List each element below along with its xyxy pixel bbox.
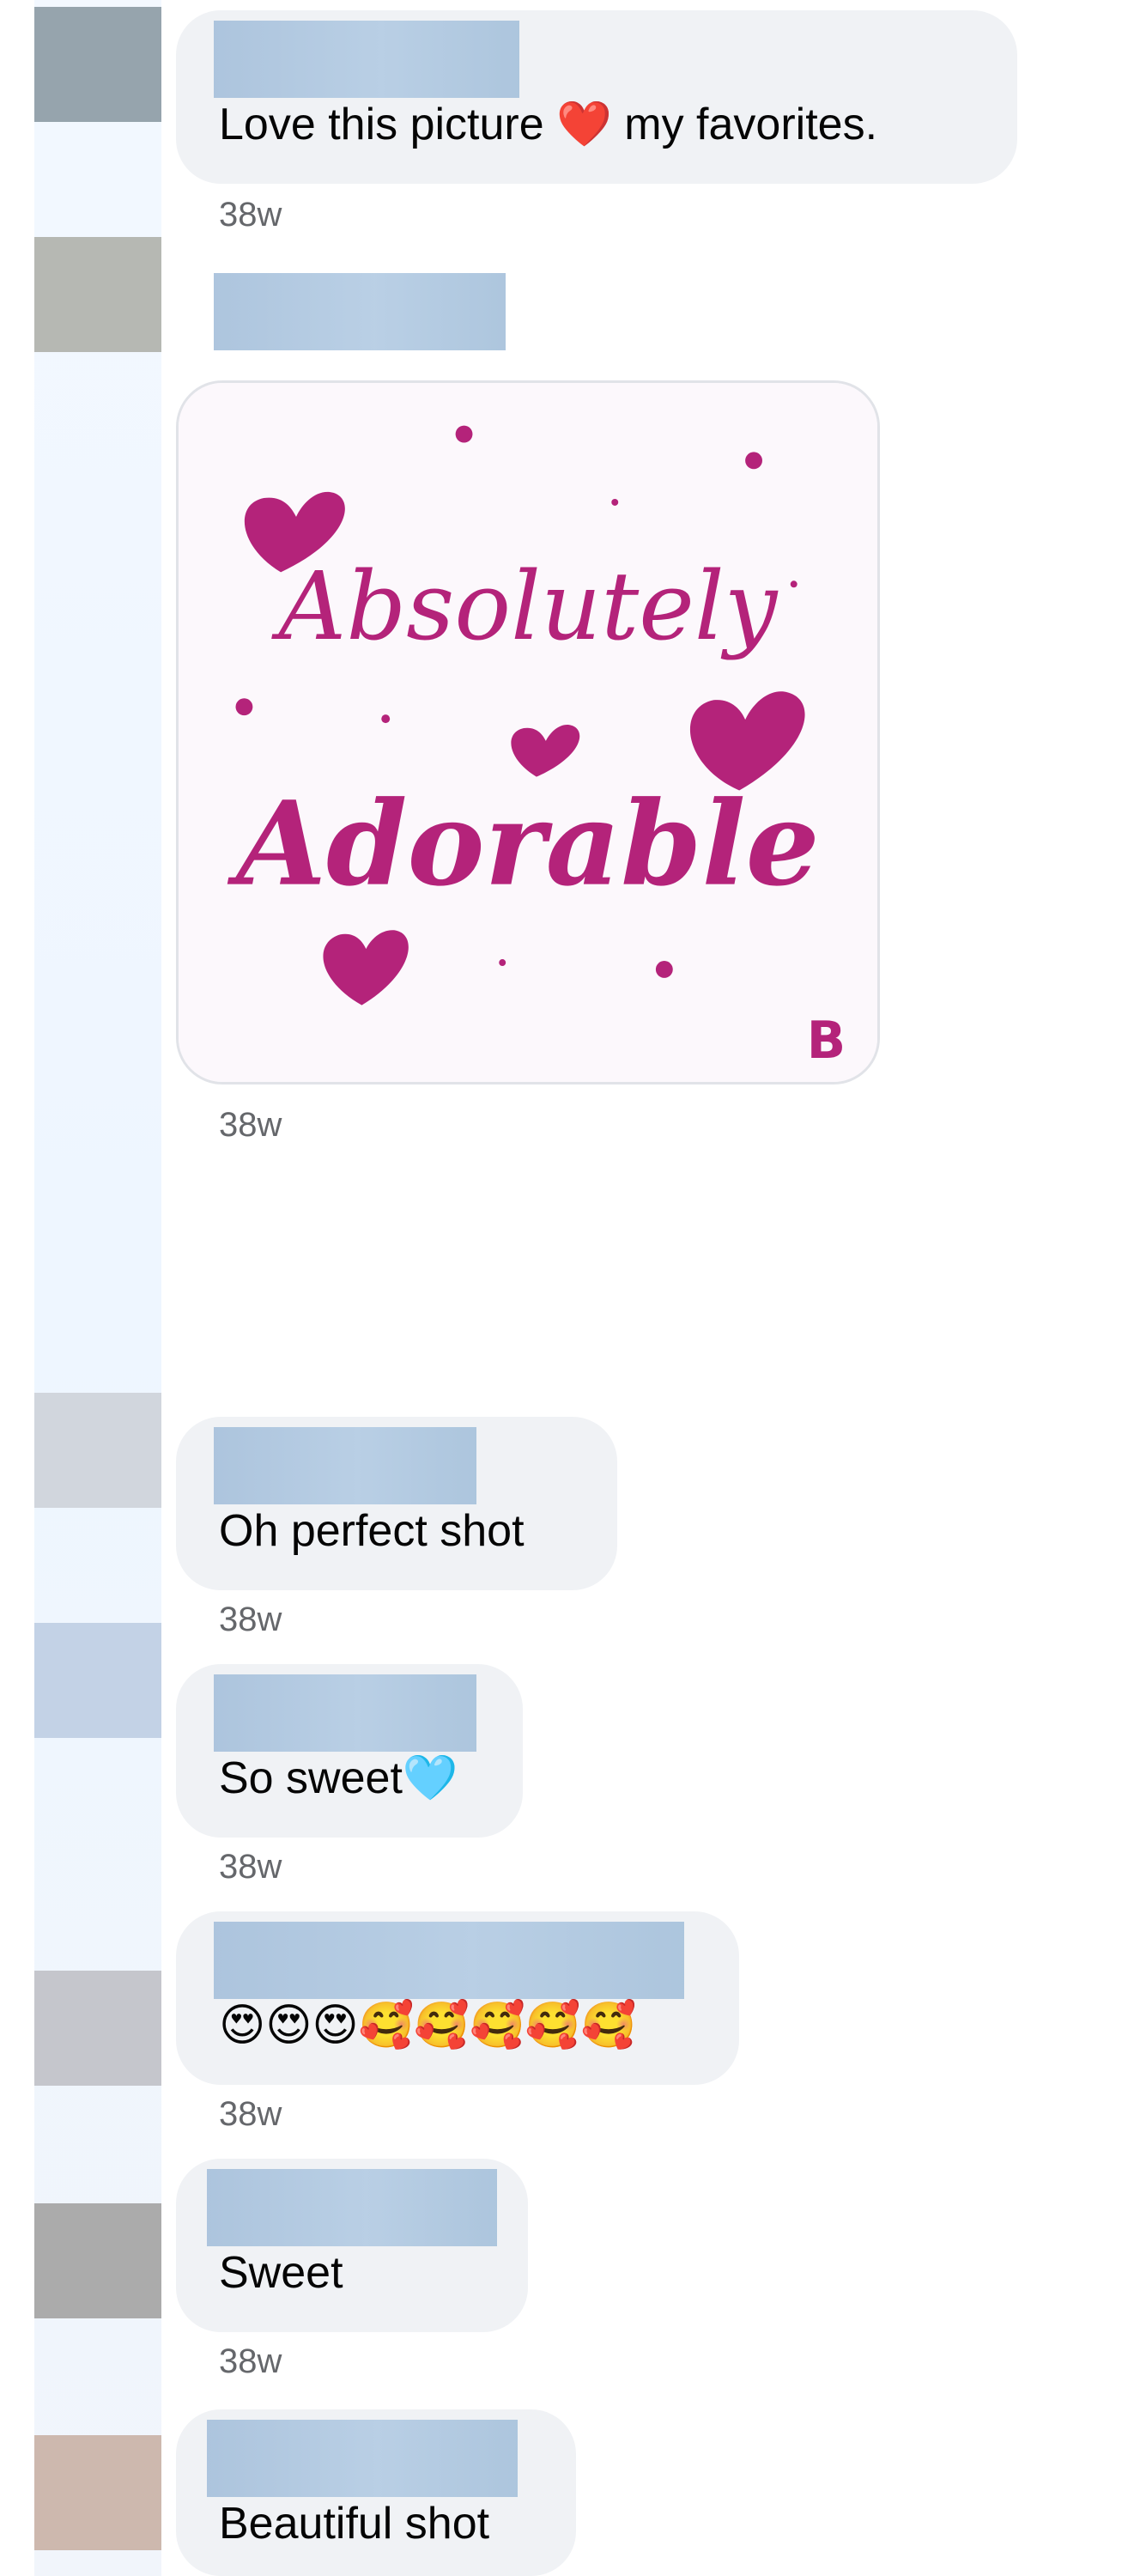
comment-bubble: Beautiful shot bbox=[176, 2409, 576, 2576]
image-line1: Absolutely bbox=[271, 552, 779, 661]
author-name-redacted[interactable] bbox=[214, 273, 506, 350]
avatar[interactable] bbox=[34, 237, 161, 352]
comment-text: Beautiful shot bbox=[219, 2499, 490, 2549]
comment-timestamp[interactable]: 38w bbox=[219, 194, 282, 235]
comment-text: Love this picture ❤️ my favorites. bbox=[219, 100, 878, 149]
comment-image[interactable]: Absolutely Adorable B bbox=[176, 380, 880, 1084]
avatar[interactable] bbox=[34, 7, 161, 122]
avatar[interactable] bbox=[34, 2203, 161, 2318]
avatar[interactable] bbox=[34, 1623, 161, 1738]
comment-timestamp[interactable]: 38w bbox=[219, 2341, 282, 2382]
image-watermark: B bbox=[807, 1012, 846, 1071]
author-name-redacted[interactable] bbox=[214, 1674, 476, 1752]
comment-bubble: Sweet bbox=[176, 2159, 528, 2332]
avatar[interactable] bbox=[34, 1971, 161, 2086]
comment-text: So sweet🩵 bbox=[219, 1753, 458, 1803]
comment-timestamp[interactable]: 38w bbox=[219, 1599, 282, 1640]
author-name-redacted[interactable] bbox=[207, 2420, 518, 2497]
comment-text: 😍😍😍🥰🥰🥰🥰🥰 bbox=[219, 2000, 637, 2051]
comment-bubble: So sweet🩵 bbox=[176, 1664, 523, 1838]
avatar[interactable] bbox=[34, 2435, 161, 2550]
image-line2: Adorable bbox=[227, 775, 819, 912]
comment-timestamp[interactable]: 38w bbox=[219, 1846, 282, 1887]
author-name-redacted[interactable] bbox=[214, 21, 519, 98]
author-name-redacted[interactable] bbox=[214, 1922, 684, 1999]
comment-timestamp[interactable]: 38w bbox=[219, 1104, 282, 1145]
comment-timestamp[interactable]: 38w bbox=[219, 2093, 282, 2135]
absolutely-adorable-image: Absolutely Adorable B bbox=[179, 383, 877, 1082]
comment-bubble: 😍😍😍🥰🥰🥰🥰🥰 bbox=[176, 1911, 739, 2085]
avatar[interactable] bbox=[34, 1393, 161, 1508]
comment-text: Sweet bbox=[219, 2248, 343, 2298]
comment-bubble: Love this picture ❤️ my favorites. bbox=[176, 10, 1017, 184]
comment-bubble: Oh perfect shot bbox=[176, 1417, 617, 1590]
left-strip bbox=[34, 0, 161, 2576]
author-name-redacted[interactable] bbox=[214, 1427, 476, 1504]
comment-text: Oh perfect shot bbox=[219, 1506, 525, 1556]
author-name-redacted[interactable] bbox=[207, 2169, 497, 2246]
